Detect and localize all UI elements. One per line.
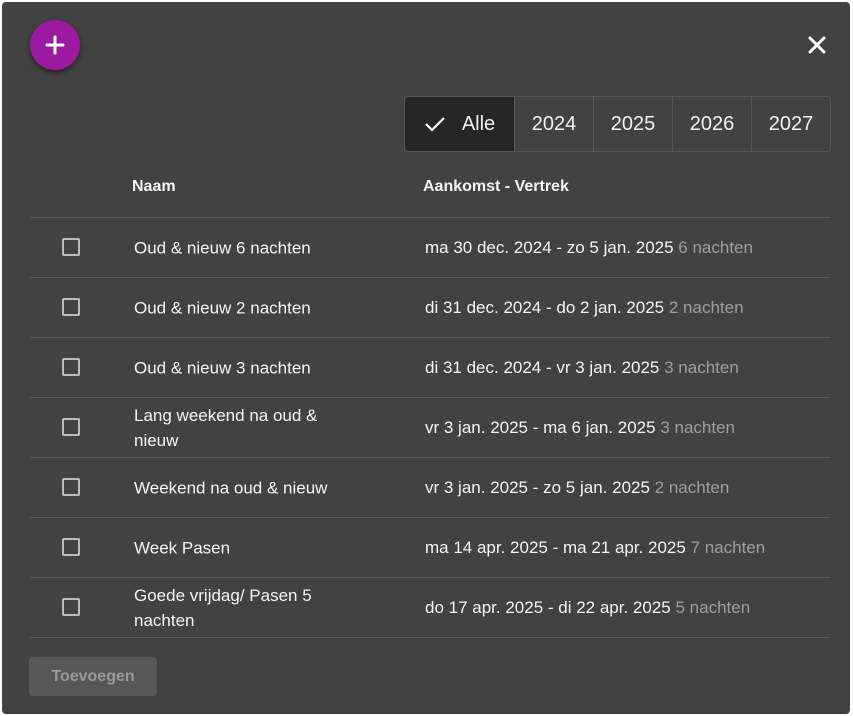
row-nights: 3 nachten xyxy=(664,357,739,377)
plus-icon xyxy=(45,35,65,55)
row-date-range: ma 14 apr. 2025 - ma 21 apr. 2025 xyxy=(425,537,686,557)
year-filter-2024[interactable]: 2024 xyxy=(514,97,593,151)
row-dates: ma 14 apr. 2025 - ma 21 apr. 2025 7 nach… xyxy=(425,538,765,558)
year-filter-label: 2025 xyxy=(610,112,656,135)
check-icon xyxy=(424,115,446,133)
year-filter-label: 2026 xyxy=(689,112,735,135)
row-nights: 5 nachten xyxy=(675,597,751,617)
year-filter-2027[interactable]: 2027 xyxy=(751,97,830,151)
add-button[interactable]: Toevoegen xyxy=(29,657,157,696)
row-checkbox[interactable] xyxy=(62,418,80,436)
row-checkbox[interactable] xyxy=(62,238,80,256)
row-dates: di 31 dec. 2024 - do 2 jan. 2025 2 nacht… xyxy=(425,298,744,318)
table-row: Oud & nieuw 3 nachten di 31 dec. 2024 - … xyxy=(30,338,830,398)
column-header-name: Naam xyxy=(132,178,176,195)
row-dates: di 31 dec. 2024 - vr 3 jan. 2025 3 nacht… xyxy=(425,358,739,378)
row-nights: 7 nachten xyxy=(690,537,766,557)
year-filter: Alle 2024 2025 2026 2027 xyxy=(404,96,831,152)
row-checkbox[interactable] xyxy=(62,298,80,316)
row-nights: 6 nachten xyxy=(678,237,753,257)
row-dates: do 17 apr. 2025 - di 22 apr. 2025 5 nach… xyxy=(425,598,750,618)
row-date-range: vr 3 jan. 2025 - zo 5 jan. 2025 xyxy=(425,477,650,497)
close-button[interactable] xyxy=(802,30,832,60)
year-filter-label: 2024 xyxy=(531,112,577,135)
table-row: Week Pasen ma 14 apr. 2025 - ma 21 apr. … xyxy=(30,518,830,578)
year-filter-label: Alle xyxy=(461,112,496,135)
row-checkbox[interactable] xyxy=(62,478,80,496)
row-name: Oud & nieuw 6 nachten xyxy=(134,238,311,257)
row-date-range: do 17 apr. 2025 - di 22 apr. 2025 xyxy=(425,597,671,617)
table-row: Oud & nieuw 6 nachten ma 30 dec. 2024 - … xyxy=(30,218,830,278)
year-filter-label: 2027 xyxy=(768,112,814,135)
table-body: Oud & nieuw 6 nachten ma 30 dec. 2024 - … xyxy=(30,218,830,638)
table-row: Oud & nieuw 2 nachten di 31 dec. 2024 - … xyxy=(30,278,830,338)
year-filter-all[interactable]: Alle xyxy=(405,97,514,151)
table-row: Lang weekend na oud & nieuw vr 3 jan. 20… xyxy=(30,398,830,458)
table-header: Naam Aankomst - Vertrek xyxy=(30,162,830,218)
row-nights: 2 nachten xyxy=(654,477,730,497)
close-icon xyxy=(808,36,826,54)
row-name: Weekend na oud & nieuw xyxy=(134,478,328,497)
row-nights: 3 nachten xyxy=(660,417,736,437)
row-name: Oud & nieuw 3 nachten xyxy=(134,358,311,377)
row-date-range: ma 30 dec. 2024 - zo 5 jan. 2025 xyxy=(425,237,674,257)
row-nights: 2 nachten xyxy=(668,297,744,317)
table-row: Weekend na oud & nieuw vr 3 jan. 2025 - … xyxy=(30,458,830,518)
column-header-dates: Aankomst - Vertrek xyxy=(423,178,569,195)
row-dates: ma 30 dec. 2024 - zo 5 jan. 2025 6 nacht… xyxy=(425,238,753,258)
row-date-range: di 31 dec. 2024 - do 2 jan. 2025 xyxy=(425,297,665,317)
row-checkbox[interactable] xyxy=(62,538,80,556)
row-dates: vr 3 jan. 2025 - zo 5 jan. 2025 2 nachte… xyxy=(425,478,729,498)
row-date-range: vr 3 jan. 2025 - ma 6 jan. 2025 xyxy=(425,417,656,437)
row-name: Week Pasen xyxy=(134,538,231,557)
row-checkbox[interactable] xyxy=(62,358,80,376)
year-filter-2025[interactable]: 2025 xyxy=(593,97,672,151)
arrangement-dialog: Alle 2024 2025 2026 2027 Naam Aankomst -… xyxy=(2,2,850,714)
row-date-range: di 31 dec. 2024 - vr 3 jan. 2025 xyxy=(425,357,660,377)
row-name: Goede vrijdag/ Pasen 5 nachten xyxy=(134,585,312,630)
table-row: Goede vrijdag/ Pasen 5 nachten do 17 apr… xyxy=(30,578,830,638)
row-checkbox[interactable] xyxy=(62,598,80,616)
row-name: Oud & nieuw 2 nachten xyxy=(134,298,311,317)
row-name: Lang weekend na oud & nieuw xyxy=(134,405,318,450)
add-fab-button[interactable] xyxy=(30,20,80,70)
year-filter-2026[interactable]: 2026 xyxy=(672,97,751,151)
row-dates: vr 3 jan. 2025 - ma 6 jan. 2025 3 nachte… xyxy=(425,418,735,438)
